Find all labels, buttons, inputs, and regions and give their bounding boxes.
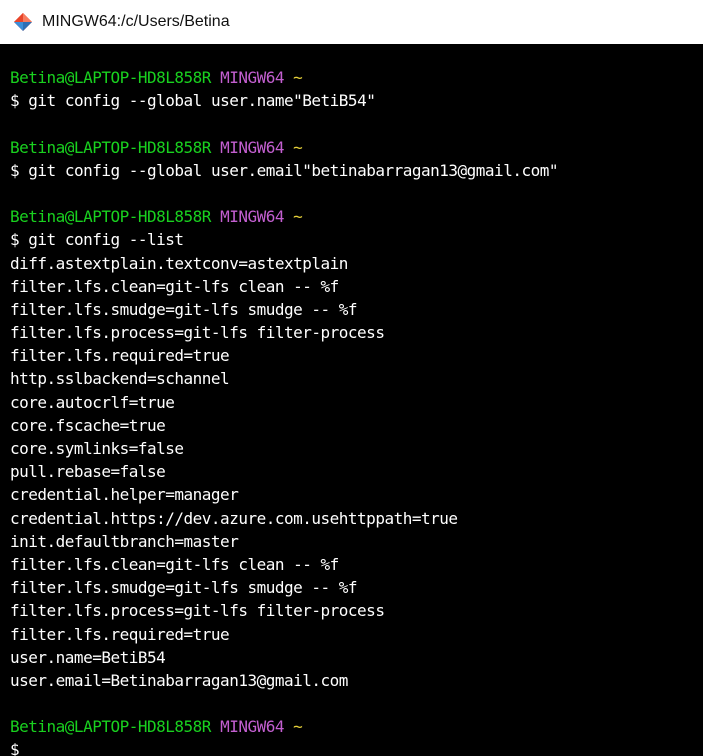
command-line: $ git config --global user.email"betinab… bbox=[10, 159, 703, 182]
prompt-line: Betina@LAPTOP-HD8L858R MINGW64 ~ bbox=[10, 715, 703, 738]
prompt-symbol: $ bbox=[10, 91, 20, 111]
prompt-user-host: Betina@LAPTOP-HD8L858R bbox=[10, 68, 211, 87]
window-title: MINGW64:/c/Users/Betina bbox=[42, 13, 230, 30]
output-text: diff.astextplain.textconv=astextplain bbox=[10, 253, 348, 273]
output-text: pull.rebase=false bbox=[10, 462, 166, 482]
prompt-cwd: ~ bbox=[293, 137, 303, 157]
output-text: http.sslbackend=schannel bbox=[10, 369, 230, 389]
prompt-line: Betina@LAPTOP-HD8L858R MINGW64 ~ bbox=[10, 66, 703, 89]
output-line: pull.rebase=false bbox=[10, 460, 703, 483]
output-text: filter.lfs.process=git-lfs filter-proces… bbox=[10, 323, 385, 343]
output-line: user.name=BetiB54 bbox=[10, 646, 703, 669]
output-text: filter.lfs.required=true bbox=[10, 346, 230, 366]
output-line: filter.lfs.process=git-lfs filter-proces… bbox=[10, 321, 703, 344]
prompt-env: MINGW64 bbox=[220, 137, 284, 157]
output-line: filter.lfs.smudge=git-lfs smudge -- %f bbox=[10, 576, 703, 599]
prompt-symbol: $ bbox=[10, 740, 20, 756]
output-line: init.defaultbranch=master bbox=[10, 530, 703, 553]
output-line: filter.lfs.clean=git-lfs clean -- %f bbox=[10, 553, 703, 576]
prompt-user-host: Betina@LAPTOP-HD8L858R bbox=[10, 137, 211, 157]
prompt-line: Betina@LAPTOP-HD8L858R MINGW64 ~ bbox=[10, 205, 703, 228]
prompt-line: Betina@LAPTOP-HD8L858R MINGW64 ~ bbox=[10, 136, 703, 159]
command-text: git config --global user.email"betinabar… bbox=[28, 160, 558, 180]
output-line: filter.lfs.process=git-lfs filter-proces… bbox=[10, 599, 703, 622]
prompt-user-host: Betina@LAPTOP-HD8L858R bbox=[10, 207, 211, 227]
output-text: core.symlinks=false bbox=[10, 439, 184, 458]
title-bar[interactable]: MINGW64:/c/Users/Betina bbox=[0, 0, 703, 44]
prompt-env: MINGW64 bbox=[220, 717, 284, 737]
prompt-env: MINGW64 bbox=[220, 68, 284, 87]
output-line: filter.lfs.required=true bbox=[10, 623, 703, 646]
output-line: credential.helper=manager bbox=[10, 483, 703, 506]
output-line: core.autocrlf=true bbox=[10, 391, 703, 414]
output-line: http.sslbackend=schannel bbox=[10, 367, 703, 390]
output-text: core.fscache=true bbox=[10, 415, 166, 435]
terminal-window: MINGW64:/c/Users/Betina Betina@LAPTOP-HD… bbox=[0, 0, 703, 756]
output-text: user.email=Betinabarragan13@gmail.com bbox=[10, 670, 348, 690]
prompt-cwd: ~ bbox=[293, 717, 303, 737]
command-line: $ git config --global user.name"BetiB54" bbox=[10, 89, 703, 112]
output-line: user.email=Betinabarragan13@gmail.com bbox=[10, 669, 703, 692]
output-text: init.defaultbranch=master bbox=[10, 531, 239, 551]
output-line: filter.lfs.clean=git-lfs clean -- %f bbox=[10, 275, 703, 298]
output-line: core.fscache=true bbox=[10, 414, 703, 437]
output-text: filter.lfs.process=git-lfs filter-proces… bbox=[10, 601, 385, 621]
prompt-cwd: ~ bbox=[293, 68, 303, 87]
command-line: $ git config --list bbox=[10, 228, 703, 251]
output-text: filter.lfs.required=true bbox=[10, 624, 230, 644]
output-line: credential.https://dev.azure.com.usehttp… bbox=[10, 507, 703, 530]
terminal-output[interactable]: Betina@LAPTOP-HD8L858R MINGW64 ~ $ git co… bbox=[0, 44, 703, 756]
prompt-symbol: $ bbox=[10, 160, 20, 180]
output-line: diff.astextplain.textconv=astextplain bbox=[10, 252, 703, 275]
output-line: filter.lfs.smudge=git-lfs smudge -- %f bbox=[10, 298, 703, 321]
command-text: git config --list bbox=[28, 230, 184, 250]
git-bash-icon bbox=[12, 11, 34, 33]
prompt-symbol: $ bbox=[10, 230, 20, 250]
output-text: user.name=BetiB54 bbox=[10, 647, 166, 667]
prompt-env: MINGW64 bbox=[220, 207, 284, 227]
prompt-user-host: Betina@LAPTOP-HD8L858R bbox=[10, 717, 211, 737]
command-line: $ bbox=[10, 738, 703, 756]
output-text: filter.lfs.clean=git-lfs clean -- %f bbox=[10, 554, 339, 574]
output-text: core.autocrlf=true bbox=[10, 392, 175, 412]
output-text: filter.lfs.clean=git-lfs clean -- %f bbox=[10, 276, 339, 296]
output-text: credential.helper=manager bbox=[10, 485, 239, 505]
output-line: filter.lfs.required=true bbox=[10, 344, 703, 367]
output-line: core.symlinks=false bbox=[10, 437, 703, 460]
prompt-cwd: ~ bbox=[293, 207, 303, 227]
command-text: git config --global user.name"BetiB54" bbox=[28, 91, 376, 111]
output-text: credential.https://dev.azure.com.usehttp… bbox=[10, 508, 458, 528]
output-text: filter.lfs.smudge=git-lfs smudge -- %f bbox=[10, 578, 358, 598]
output-text: filter.lfs.smudge=git-lfs smudge -- %f bbox=[10, 299, 358, 319]
